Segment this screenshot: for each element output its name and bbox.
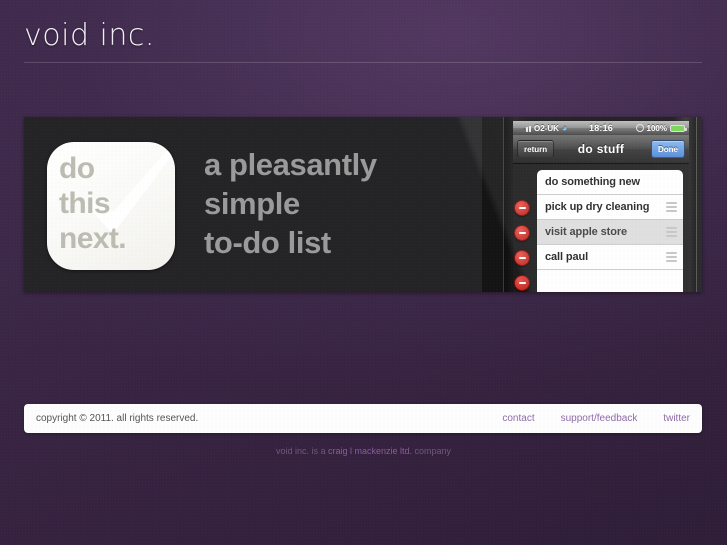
todo-list: do something new pick up dry cleaning vi… <box>513 164 689 292</box>
byline-prefix: void inc. is a <box>275 446 328 456</box>
app-icon[interactable]: do this next. <box>47 142 175 270</box>
list-item[interactable]: do something new <box>523 170 683 195</box>
delete-badge-icon[interactable] <box>514 274 530 291</box>
ios-nav-bar: return Done do stuff <box>513 135 689 164</box>
rotation-lock-icon <box>635 124 644 132</box>
site-logo[interactable]: void inc. <box>24 18 155 53</box>
list-item-label: call paul <box>545 251 589 263</box>
ios-status-bar: O2-UK ◕ 18:16 100% <box>513 121 689 135</box>
reorder-handle-icon[interactable] <box>666 202 677 212</box>
battery-percent-label: 100% <box>646 123 667 133</box>
footer-link-twitter[interactable]: twitter <box>663 413 690 424</box>
status-bar-time: 18:16 <box>588 123 614 133</box>
list-item-cell[interactable]: call paul <box>537 245 683 270</box>
app-icon-text: do this next. <box>59 151 127 256</box>
list-item[interactable] <box>514 270 683 292</box>
list-item-cell[interactable]: do something new <box>537 170 683 195</box>
footer-link-support-feedback[interactable]: support/feedback <box>561 413 638 424</box>
wifi-icon: ◕ <box>561 122 568 133</box>
list-item-label: pick up dry cleaning <box>545 201 650 213</box>
app-icon-line-2: this <box>59 187 111 220</box>
nav-title: do stuff <box>577 142 625 156</box>
byline-link[interactable]: craig l mackenzie ltd. <box>328 446 412 456</box>
signal-bars-icon <box>517 125 531 132</box>
list-item-label: visit apple store <box>545 226 628 238</box>
banner-tagline: a pleasantly simple to-do list <box>204 145 377 262</box>
footer-links: contact support/feedback twitter <box>502 413 690 424</box>
site-footer: copyright © 2011. all rights reserved. c… <box>24 404 702 433</box>
company-byline: void inc. is a craig l mackenzie ltd. co… <box>0 446 727 456</box>
app-icon-line-1: do <box>59 152 95 185</box>
list-item-cell[interactable]: pick up dry cleaning <box>537 195 683 220</box>
status-bar-left: O2-UK ◕ <box>517 122 589 133</box>
tagline-line-1: a pleasantly <box>204 147 377 182</box>
list-item-label: do something new <box>545 176 640 188</box>
list-item-cell[interactable]: visit apple store <box>537 220 683 245</box>
battery-icon <box>670 124 687 132</box>
site-header: void inc. <box>24 16 702 63</box>
banner-left-panel: do this next. a pleasantly simple to-do … <box>24 117 482 292</box>
list-item[interactable]: call paul <box>514 245 683 270</box>
app-icon-line-3: next. <box>59 222 127 255</box>
phone-screen: O2-UK ◕ 18:16 100% return Done do stuff <box>513 121 689 292</box>
byline-suffix: company <box>412 446 452 456</box>
reorder-handle-icon[interactable] <box>666 227 677 237</box>
list-item[interactable]: visit apple store <box>514 220 683 245</box>
tagline-line-3: to-do list <box>204 225 331 260</box>
status-bar-right: 100% <box>613 123 687 133</box>
delete-badge-icon[interactable] <box>514 224 530 241</box>
copyright-text: copyright © 2011. all rights reserved. <box>36 413 199 424</box>
list-item[interactable]: pick up dry cleaning <box>514 195 683 220</box>
tagline-line-2: simple <box>204 186 300 221</box>
carrier-label: O2-UK <box>534 123 559 133</box>
list-item-cell[interactable] <box>537 270 683 292</box>
reorder-handle-icon[interactable] <box>666 252 677 262</box>
delete-badge-icon[interactable] <box>514 199 530 216</box>
footer-link-contact[interactable]: contact <box>502 413 534 424</box>
promo-banner[interactable]: do this next. a pleasantly simple to-do … <box>24 117 702 292</box>
phone-mockup: O2-UK ◕ 18:16 100% return Done do stuff <box>482 117 702 292</box>
page-background: void inc. do this next. a pleasantly sim… <box>0 0 727 545</box>
delete-badge-icon[interactable] <box>514 249 530 266</box>
